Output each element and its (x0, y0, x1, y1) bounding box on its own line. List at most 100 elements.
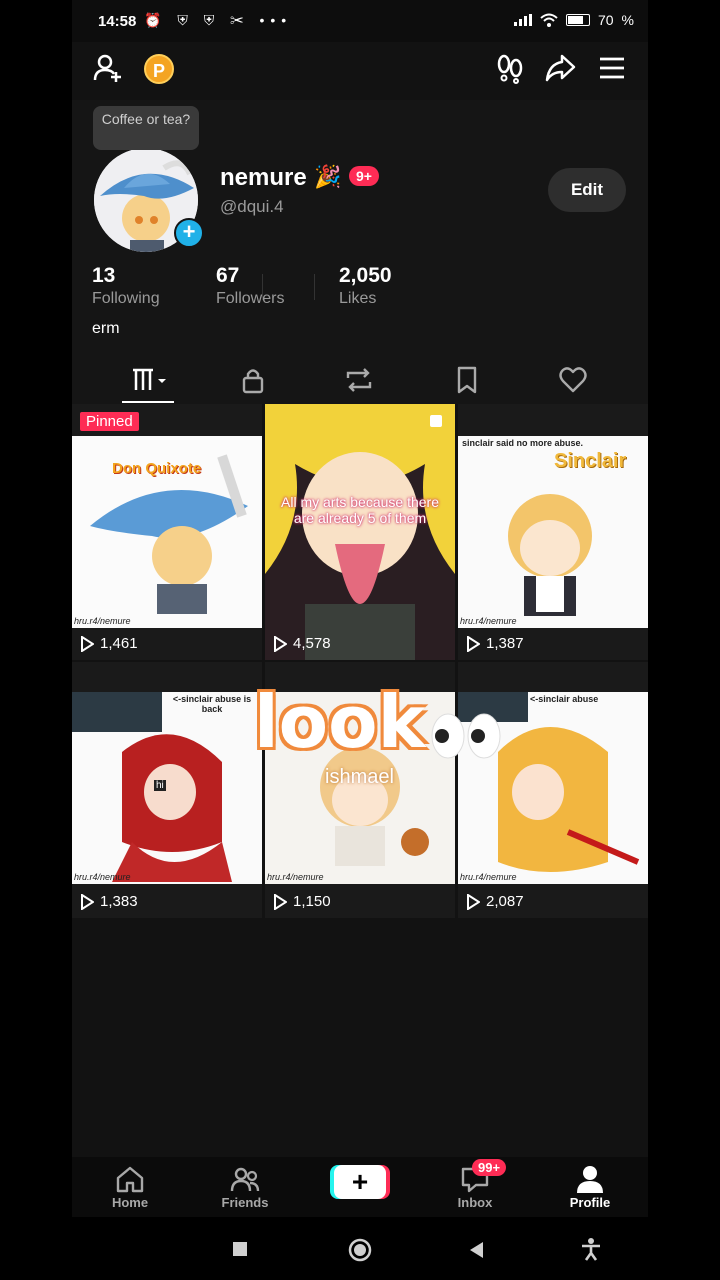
view-count: 1,461 (80, 635, 138, 652)
back-icon[interactable] (468, 1241, 484, 1259)
video-watermark: hru.r4/nemure (460, 872, 517, 882)
play-icon (467, 893, 480, 910)
view-count-value: 4,578 (293, 635, 331, 652)
tab-private[interactable] (238, 365, 268, 395)
battery-icon (565, 14, 590, 26)
profile-name: nemure (220, 164, 307, 191)
heart-icon (559, 367, 587, 393)
profile-top-bar: P (72, 42, 648, 100)
video-caption: sinclair said no more abuse. (462, 438, 584, 448)
followers-count: 67 (216, 264, 240, 287)
pinned-badge: Pinned (80, 412, 139, 431)
accessibility-icon[interactable] (580, 1237, 602, 1261)
video-tile[interactable]: <-sinclair abuse hru.r4/nemure 2,087 (458, 662, 648, 918)
status-note-bubble[interactable]: Coffee or tea? (93, 106, 199, 150)
video-tile[interactable]: sinclair said no more abuse. Sinclair hr… (458, 404, 648, 660)
play-icon (81, 893, 94, 910)
status-bar: 14:58 ⏰ ⛨ ⛨ ✂ ••• 70% (72, 0, 648, 42)
tab-liked[interactable] (558, 365, 588, 395)
play-icon (274, 635, 287, 652)
edit-profile-button[interactable]: Edit (548, 168, 626, 212)
video-tile[interactable]: All my arts because there are already 5 … (265, 404, 455, 660)
video-thumbnail: Don Quixote hru.r4/nemure (72, 436, 262, 628)
recents-icon[interactable] (232, 1241, 248, 1257)
view-count: 1,383 (80, 893, 138, 910)
tab-videos[interactable] (122, 365, 174, 403)
profile-handle[interactable]: @dqui.4 (220, 197, 284, 217)
play-icon (274, 893, 287, 910)
profile-screen: 14:58 ⏰ ⛨ ⛨ ✂ ••• 70% P + Coffee or tea?… (72, 0, 648, 1280)
bookmark-icon (457, 366, 477, 394)
nav-home-label: Home (111, 1195, 149, 1210)
view-count: 1,387 (466, 635, 524, 652)
system-nav-bar (72, 1217, 648, 1280)
signal-icon (513, 14, 532, 26)
menu-icon[interactable] (598, 52, 626, 84)
add-story-button[interactable]: + (174, 218, 204, 248)
tab-favorites[interactable] (452, 365, 482, 395)
home-icon (116, 1166, 144, 1193)
likes-count: 2,050 (339, 264, 392, 287)
video-watermark: hru.r4/nemure (460, 616, 517, 626)
bottom-nav: Home Friends + Inbox 99+ Profile (72, 1157, 648, 1217)
video-caption: ishmael (325, 766, 394, 788)
repost-icon (346, 368, 372, 392)
nav-profile-label: Profile (569, 1195, 611, 1210)
lock-icon (242, 369, 264, 394)
video-thumbnail: All my arts because there are already 5 … (265, 404, 455, 660)
play-icon (467, 635, 480, 652)
stat-followers[interactable]: 67 Followers (216, 264, 284, 308)
share-icon[interactable] (544, 52, 576, 84)
view-count-value: 1,383 (100, 893, 138, 910)
view-count-value: 1,150 (293, 893, 331, 910)
add-friend-icon[interactable] (92, 52, 124, 84)
battery-level: 70 (597, 12, 614, 28)
create-button[interactable]: + (334, 1165, 386, 1199)
party-emoji: 🎉 (314, 164, 342, 189)
coins-icon[interactable]: P (144, 54, 174, 84)
home-button-icon[interactable] (348, 1238, 372, 1262)
wifi-icon (540, 13, 558, 27)
profile-bio: erm (92, 320, 120, 337)
videos-grid-icon (133, 368, 166, 390)
play-icon (81, 635, 94, 652)
view-count: 2,087 (466, 893, 524, 910)
video-title: Sinclair (554, 450, 627, 472)
video-tile[interactable]: Don Quixote hru.r4/nemure Pinned 1,461 (72, 404, 262, 660)
view-count-value: 2,087 (486, 893, 524, 910)
status-notification-icons: ⏰ ⛨ ⛨ ✂ ••• (144, 12, 293, 28)
nav-home[interactable]: Home (90, 1165, 170, 1210)
name-badge[interactable]: 9+ (349, 166, 379, 186)
stat-divider (314, 274, 315, 300)
profile-card: + Coffee or tea? nemure 🎉 9+ @dqui.4 Edi… (72, 100, 648, 404)
video-caption: All my arts because there are already 5 … (281, 494, 439, 526)
nav-inbox-label: Inbox (457, 1195, 493, 1210)
view-count-value: 1,461 (100, 635, 138, 652)
followers-label: Followers (216, 290, 285, 307)
look-sticker-text: look (254, 680, 426, 764)
eyes-emoji-icon (431, 713, 501, 759)
status-time: 14:58 (98, 13, 137, 30)
tab-reposts[interactable] (344, 365, 374, 395)
stat-likes[interactable]: 2,050 Likes (339, 264, 392, 308)
video-watermark: hru.r4/nemure (267, 872, 324, 882)
friends-icon (230, 1167, 260, 1192)
view-count: 1,150 (273, 893, 331, 910)
thumbnail-art (72, 692, 262, 884)
view-count: 4,578 (273, 635, 331, 652)
inbox-badge: 99+ (472, 1159, 507, 1176)
video-thumbnail: <-sinclair abuse is back hi hru.r4/nemur… (72, 692, 262, 884)
thumbnail-art (265, 404, 455, 660)
video-caption: <-sinclair abuse is back (172, 694, 252, 714)
status-right: 70% (513, 12, 634, 28)
nav-profile[interactable]: Profile (550, 1165, 630, 1210)
view-count-value: 1,387 (486, 635, 524, 652)
stat-following[interactable]: 13 Following (92, 264, 160, 308)
multi-photo-icon (430, 415, 442, 427)
profile-icon (577, 1166, 603, 1193)
video-watermark: hru.r4/nemure (74, 872, 131, 882)
footprints-icon[interactable] (496, 52, 524, 84)
content-tabs (72, 355, 648, 404)
nav-friends[interactable]: Friends (205, 1165, 285, 1210)
video-tile[interactable]: <-sinclair abuse is back hi hru.r4/nemur… (72, 662, 262, 918)
